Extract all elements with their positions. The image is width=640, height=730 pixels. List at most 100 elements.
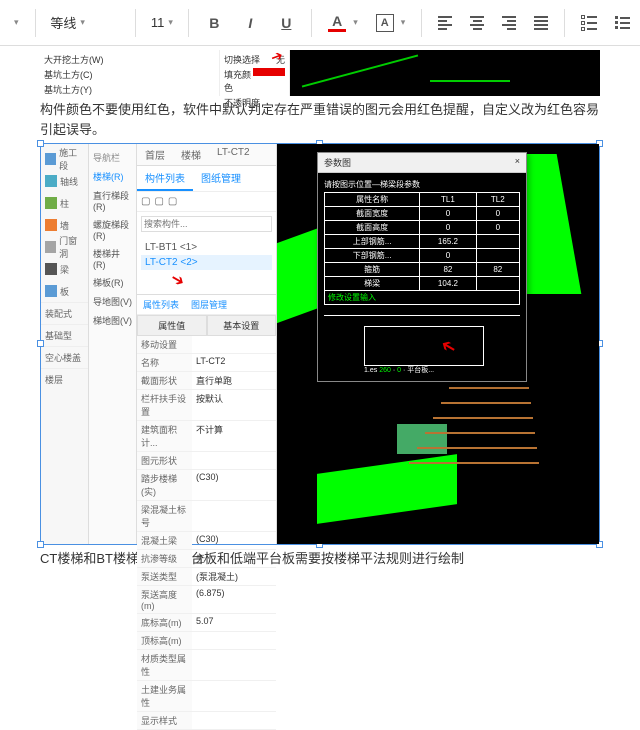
mid-tabs: 构件列表 图纸管理 (137, 166, 276, 192)
numbered-list-button[interactable] (575, 11, 603, 35)
align-justify-button[interactable] (528, 12, 554, 34)
align-left-button[interactable] (432, 12, 458, 34)
prop-value[interactable] (192, 336, 276, 353)
param-table: 属性名称TL1TL2 截面宽度00 截面高度00 上部钢筋...165.2 下部… (324, 192, 520, 305)
nav-item[interactable]: 螺旋梯段(R) (89, 215, 136, 244)
prop-row[interactable]: 踏步楼梯(实)(C30) (137, 470, 276, 501)
list-item-selected[interactable]: LT-CT2 <2> (141, 255, 272, 270)
prop-value[interactable] (192, 632, 276, 649)
prop-btn[interactable]: 基本设置 (207, 315, 277, 336)
side-group[interactable]: 装配式 (41, 302, 88, 324)
prop-row[interactable]: 泵送高度(m)(6.875) (137, 586, 276, 614)
crumb[interactable]: LT-CT2 (209, 144, 258, 165)
align-center-button[interactable] (464, 12, 490, 34)
side-group[interactable]: 楼层 (41, 368, 88, 390)
nav-item[interactable]: 梯地图(V) (89, 311, 136, 330)
tool-icon[interactable]: ▢ (168, 196, 177, 207)
italic-button[interactable]: I (235, 10, 265, 36)
side-item[interactable]: 轴线 (41, 170, 88, 192)
prop-row[interactable]: 泵送类型(泵混凝土) (137, 568, 276, 586)
align-right-button[interactable] (496, 12, 522, 34)
nav-item[interactable]: 导地图(V) (89, 292, 136, 311)
paragraph-1[interactable]: 构件颜色不要使用红色，软件中默认判定存在严重错误的图元会用红色提醒，自定义改为红… (0, 98, 640, 141)
side-group[interactable]: 空心楼盖 (41, 346, 88, 368)
side-group[interactable]: 基础型 (41, 324, 88, 346)
side-item[interactable]: 门窗洞 (41, 236, 88, 258)
bold-button[interactable]: B (199, 10, 229, 36)
prop-row[interactable]: 截面形状直行单跑 (137, 372, 276, 390)
prop-value[interactable]: LT-CT2 (192, 354, 276, 371)
nav-item[interactable]: 直行梯段(R) (89, 186, 136, 215)
prop-row[interactable]: 名称LT-CT2 (137, 354, 276, 372)
paragraph-2[interactable]: CT楼梯和BT楼梯的高端平台板和低端平台板需要按楼梯平法规则进行绘制 (0, 547, 640, 571)
image-2-block[interactable]: 施工段 轴线 柱 墙 门窗洞 梁 板 装配式 基础型 空心楼盖 楼层 导航栏 楼… (40, 143, 600, 545)
side-item[interactable]: 柱 (41, 192, 88, 214)
prop-value[interactable]: 按默认 (192, 390, 276, 420)
prop-value[interactable] (192, 501, 276, 531)
highlight-button[interactable]: A▾ (370, 10, 412, 36)
bullet-list-button[interactable] (609, 12, 636, 33)
crumb[interactable]: 楼梯 (173, 144, 209, 165)
underline-button[interactable]: U (271, 10, 301, 36)
tab-drawing-mgmt[interactable]: 图纸管理 (193, 166, 249, 191)
prop-value[interactable]: 无 (192, 550, 276, 567)
side-item[interactable]: 梁 (41, 258, 88, 280)
side-item[interactable]: 施工段 (41, 148, 88, 170)
prop-value[interactable]: (C30) (192, 532, 276, 549)
prop-key: 材质类型属性 (137, 650, 192, 680)
nav-item[interactable]: 楼梯(R) (89, 167, 136, 186)
prop-value[interactable]: 不计算 (192, 421, 276, 451)
font-family-select[interactable]: 等线▾ (45, 10, 125, 35)
tool-icon[interactable]: ▢ (141, 196, 150, 207)
close-icon[interactable]: × (515, 156, 520, 169)
side-item[interactable]: 墙 (41, 214, 88, 236)
tab-component-list[interactable]: 构件列表 (137, 166, 193, 191)
nav-item[interactable]: 梯板(R) (89, 273, 136, 292)
style-dropdown[interactable]: ▾ (4, 13, 25, 32)
font-size-select[interactable]: 11▾ (146, 12, 179, 33)
prop-value[interactable]: 5.07 (192, 614, 276, 631)
prop-key: 移动设置 (137, 336, 192, 353)
prop-value[interactable]: (C30) (192, 470, 276, 500)
prop-value[interactable] (192, 650, 276, 680)
prop-key: 顶标高(m) (137, 632, 192, 649)
image-1-block[interactable]: 大开挖土方(W) 基坑土方(C) 基坑土方(Y) ➔ 切换选择无 填充颜色 不透… (40, 50, 600, 96)
nav-sidebar: 导航栏 楼梯(R) 直行梯段(R) 螺旋梯段(R) 楼梯井(R) 梯板(R) 导… (89, 144, 137, 544)
resize-handle[interactable] (37, 140, 44, 147)
prop-row[interactable]: 混凝土梁(C30) (137, 532, 276, 550)
prop-value[interactable]: (泵混凝土) (192, 568, 276, 585)
prop-value[interactable]: (6.875) (192, 586, 276, 613)
font-color-button[interactable]: A▾ (322, 10, 364, 36)
prop-value[interactable] (192, 452, 276, 469)
prop-row[interactable]: 底标高(m)5.07 (137, 614, 276, 632)
prop-key: 梁混凝土标号 (137, 501, 192, 531)
search-input[interactable] (141, 216, 272, 232)
tab-properties[interactable]: 属性列表 (137, 295, 185, 314)
nav-item[interactable]: 楼梯井(R) (89, 244, 136, 273)
prop-row[interactable]: 抗渗等级无 (137, 550, 276, 568)
prop-row[interactable]: 显示样式 (137, 712, 276, 730)
prop-row[interactable]: 建筑面积计...不计算 (137, 421, 276, 452)
prop-value[interactable] (192, 712, 276, 729)
prop-row[interactable]: 图元形状 (137, 452, 276, 470)
prop-row[interactable]: 移动设置 (137, 336, 276, 354)
prop-value[interactable]: 直行单跑 (192, 372, 276, 389)
prop-row[interactable]: 土建业务属性 (137, 681, 276, 712)
list-item[interactable]: LT-BT1 <1> (141, 240, 272, 255)
prop-row[interactable]: 梁混凝土标号 (137, 501, 276, 532)
resize-handle[interactable] (37, 541, 44, 548)
prop-row[interactable]: 顶标高(m) (137, 632, 276, 650)
green-link[interactable]: 修改设置输入 (325, 291, 520, 305)
prop-btn[interactable]: 属性值 (137, 315, 207, 336)
crumb[interactable]: 首层 (137, 144, 173, 165)
tool-icon[interactable]: ▢ (154, 196, 163, 207)
prop-row[interactable]: 材质类型属性 (137, 650, 276, 681)
tab-layers[interactable]: 图层管理 (185, 295, 233, 314)
prop-row[interactable]: 栏杆扶手设置按默认 (137, 390, 276, 421)
side-item[interactable]: 板 (41, 280, 88, 302)
component-panel: 首层 楼梯 LT-CT2 构件列表 图纸管理 ▢ ▢ ▢ (137, 144, 277, 544)
3d-viewport[interactable]: 参数图 × 请按图示位置—梯梁段参数 属性名称TL1TL2 截面宽度00 截面高… (277, 144, 599, 544)
image-2-selection-frame: 施工段 轴线 柱 墙 门窗洞 梁 板 装配式 基础型 空心楼盖 楼层 导航栏 楼… (40, 143, 600, 545)
resize-handle[interactable] (37, 340, 44, 347)
prop-value[interactable] (192, 681, 276, 711)
